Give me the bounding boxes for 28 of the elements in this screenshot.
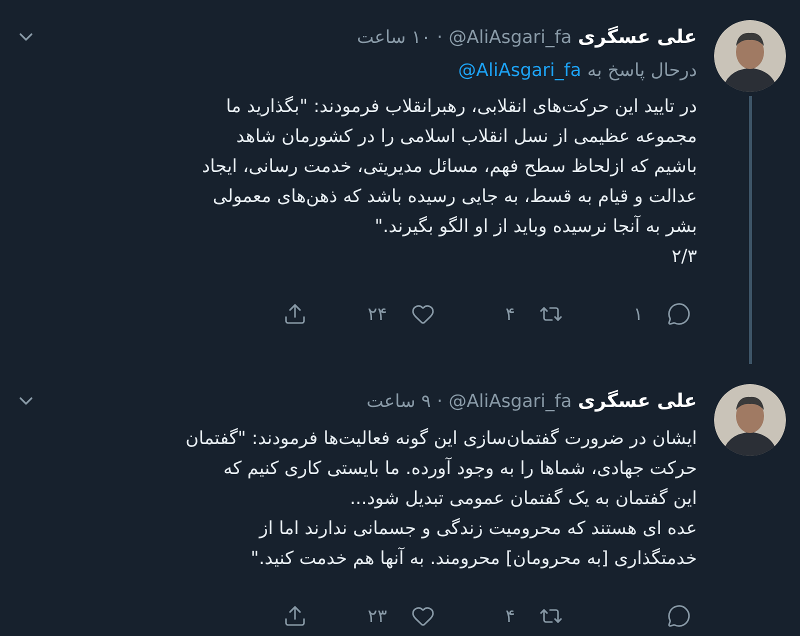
heart-icon [411,302,435,326]
reply-icon [667,604,691,628]
avatar[interactable] [714,384,786,456]
timestamp[interactable]: ۱۰ ساعت [356,24,431,50]
author-handle: @AliAsgari_fa [448,26,572,50]
heart-icon [411,604,435,628]
author-name[interactable]: علی عسگری [578,386,697,416]
avatar[interactable] [714,20,786,92]
reply-icon [667,302,691,326]
reply-button[interactable]: ۱ [633,300,691,328]
reply-label: درحال پاسخ به [587,58,697,82]
retweet-button[interactable]: ۴ [505,602,563,630]
author-name[interactable]: علی عسگری [578,22,697,52]
separator: · [436,26,443,50]
timestamp[interactable]: ۹ ساعت [366,388,431,414]
share-button[interactable] [283,604,307,628]
reply-button[interactable] [667,604,691,628]
retweet-button[interactable]: ۴ [505,300,563,328]
share-icon [283,302,307,326]
separator: · [436,390,443,414]
tweet-text: ایشان در ضرورت گفتمان‌سازی این گونه فعالیت‌ها فرمودند: "گفتمان حرکت جهادی، شماها را به وجود آورده. ما بایستی کاری کنیم که این گفتمان به یک گفتمان عمومی تبدیل شود... عده ای هستند که محرومیت زندگی و جسمانی ندارند اما از خدمتگذاری [به محرومان] محرومند. به آنها هم خدمت کنید." [184,427,697,571]
mention-link[interactable]: @AliAsgari_fa [458,56,582,84]
author-handle: @AliAsgari_fa [448,390,572,414]
share-icon [283,604,307,628]
like-button[interactable]: ۲۳ [368,602,435,630]
tweet-text: در تایید این حرکت‌های انقلابی، رهبرانقلاب فرمودند: "بگذارید ما مجموعه عظیمی از نسل انقلاب اسلامی را در کشورمان شاهد باشیم که ازلحاظ سطح فهم، مسائل مدیریتی، خدمت رسانی، ایجاد عدالت و قیام به قسط، به جایی رسیده باشد که ذهن‌های معمولی بشر به آنجا نرسیده وباید از او الگو بگیرند." ۲/۳ [201,95,697,269]
like-button[interactable]: ۲۴ [368,300,435,328]
share-button[interactable] [283,302,307,326]
